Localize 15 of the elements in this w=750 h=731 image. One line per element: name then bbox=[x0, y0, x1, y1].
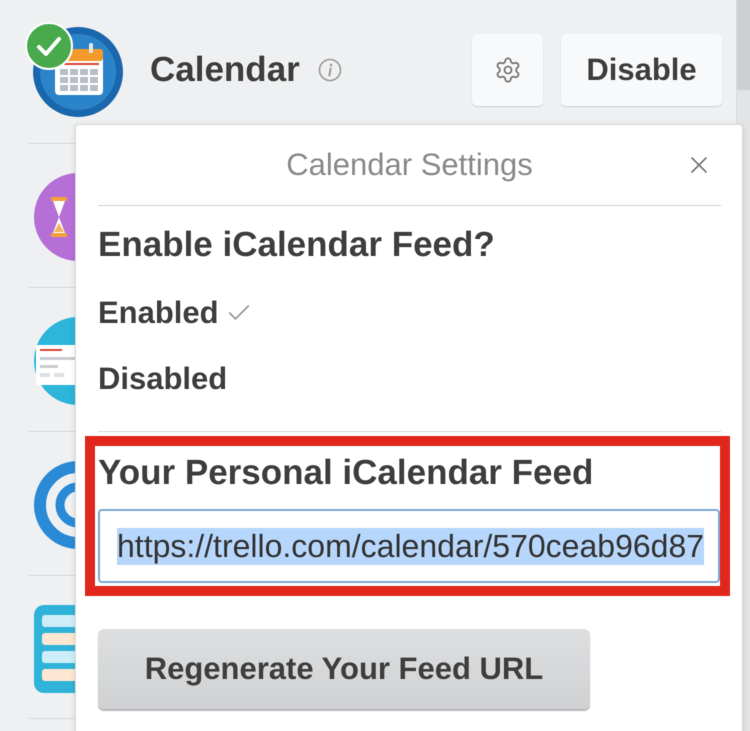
regenerate-button[interactable]: Regenerate Your Feed URL bbox=[98, 629, 590, 709]
option-item[interactable]: Enabled bbox=[98, 293, 253, 333]
popover-title: Calendar Settings bbox=[286, 147, 533, 183]
settings-button[interactable] bbox=[472, 34, 543, 106]
scrollbar-thumb[interactable] bbox=[737, 0, 750, 90]
section-heading: Enable iCalendar Feed? bbox=[98, 225, 496, 265]
app-title: Calendar bbox=[150, 50, 300, 90]
section-heading: Your Personal iCalendar Feed bbox=[98, 453, 594, 493]
option-item[interactable]: Disabled bbox=[98, 359, 228, 399]
disable-button[interactable]: Disable bbox=[561, 34, 722, 106]
list-icon bbox=[34, 605, 75, 693]
target-icon bbox=[34, 461, 75, 549]
url-field[interactable]: https://trello.com/calendar/570ceab96d87 bbox=[98, 509, 720, 583]
info-icon[interactable] bbox=[318, 58, 342, 82]
gear-icon bbox=[494, 56, 522, 84]
